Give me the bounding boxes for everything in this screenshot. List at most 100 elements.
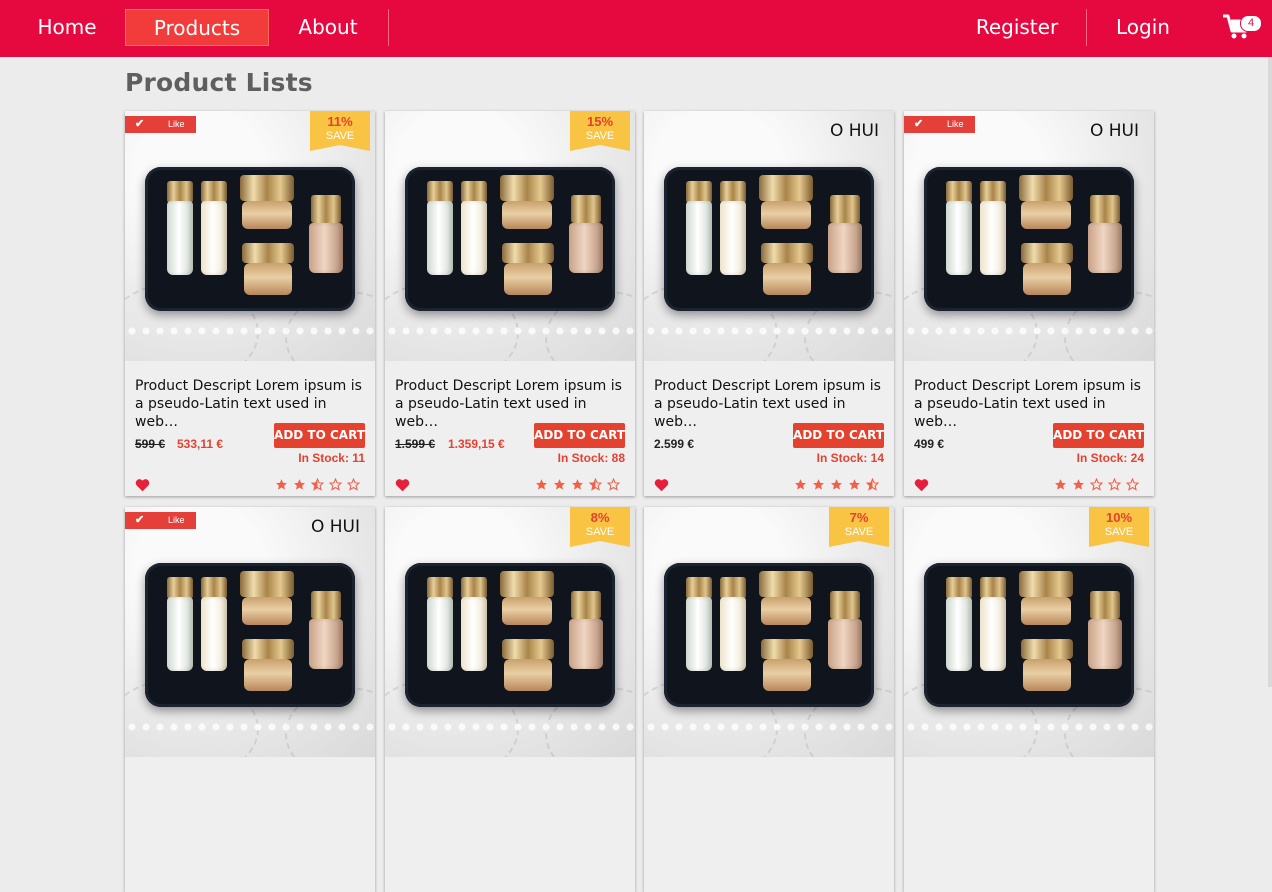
- bottle: [828, 223, 862, 273]
- star-rating[interactable]: [535, 478, 625, 492]
- bottle-cap: [201, 577, 227, 599]
- brand-name: O HUI: [829, 121, 879, 141]
- pearl-necklace: [125, 722, 375, 732]
- bottle: [980, 201, 1006, 275]
- jar-lid: [502, 243, 554, 263]
- bottle: [720, 597, 746, 671]
- page-title: Product Lists: [125, 68, 313, 97]
- checkmark-icon: ✔: [135, 118, 145, 130]
- product-image[interactable]: [125, 111, 375, 361]
- jar-lid: [1021, 639, 1073, 659]
- bottle-cap: [830, 591, 860, 619]
- jar-lid: [242, 243, 294, 263]
- star-empty-icon[interactable]: [607, 478, 620, 491]
- star-filled-icon[interactable]: [1054, 478, 1067, 491]
- bottle: [946, 597, 972, 671]
- add-to-cart-button[interactable]: ADD TO CART: [534, 423, 625, 448]
- product-image[interactable]: [904, 507, 1154, 757]
- star-filled-icon[interactable]: [1072, 478, 1085, 491]
- jar: [1023, 659, 1071, 691]
- product-tray: [664, 563, 874, 707]
- product-card[interactable]: 7% SAVE: [644, 507, 894, 892]
- nav-login-link[interactable]: Login: [1108, 9, 1178, 46]
- discounted-price: 1.359,15 €: [448, 437, 505, 451]
- pearl-necklace: [644, 722, 894, 732]
- bottle: [720, 201, 746, 275]
- product-card[interactable]: O HUI Product Descript Lorem ipsum is a p…: [644, 111, 894, 496]
- star-filled-icon[interactable]: [293, 478, 306, 491]
- price: 499 €: [914, 437, 945, 451]
- star-empty-icon[interactable]: [1126, 478, 1139, 491]
- star-filled-icon[interactable]: [830, 478, 843, 491]
- like-label: Like: [947, 119, 964, 129]
- jar-lid: [1019, 175, 1073, 201]
- jar-lid: [1021, 243, 1073, 263]
- product-card[interactable]: ✔ Like O HUI: [125, 507, 375, 892]
- star-rating[interactable]: [794, 478, 884, 492]
- like-tag[interactable]: ✔ Like: [904, 116, 975, 133]
- bottle-cap: [1090, 591, 1120, 619]
- stock-count: In Stock: 24: [1076, 451, 1144, 465]
- add-to-cart-button[interactable]: ADD TO CART: [274, 423, 365, 448]
- star-half-icon[interactable]: [589, 478, 602, 491]
- heart-icon[interactable]: [135, 478, 150, 492]
- stock-count: In Stock: 88: [557, 451, 625, 465]
- star-half-icon[interactable]: [311, 478, 324, 491]
- nav-products-link[interactable]: Products: [125, 9, 269, 46]
- star-empty-icon[interactable]: [329, 478, 342, 491]
- pearl-necklace: [125, 326, 375, 336]
- like-tag[interactable]: ✔ Like: [125, 512, 196, 529]
- add-to-cart-button[interactable]: ADD TO CART: [793, 423, 884, 448]
- discount-percent: 8%: [590, 510, 610, 525]
- star-filled-icon[interactable]: [794, 478, 807, 491]
- nav-divider: [388, 9, 389, 46]
- old-price: 1.599 €: [395, 437, 436, 451]
- nav-home-link[interactable]: Home: [30, 9, 104, 46]
- pearl-necklace: [904, 722, 1154, 732]
- star-empty-icon[interactable]: [1108, 478, 1121, 491]
- bottle: [828, 619, 862, 669]
- star-rating[interactable]: [1054, 478, 1144, 492]
- discount-save-label: SAVE: [325, 130, 355, 142]
- heart-icon[interactable]: [654, 478, 669, 492]
- bottle: [427, 201, 453, 275]
- star-filled-icon[interactable]: [812, 478, 825, 491]
- product-image[interactable]: [125, 507, 375, 757]
- star-rating[interactable]: [275, 478, 365, 492]
- add-to-cart-button[interactable]: ADD TO CART: [1053, 423, 1144, 448]
- star-filled-icon[interactable]: [848, 478, 861, 491]
- product-card[interactable]: 10% SAVE: [904, 507, 1154, 892]
- price: 2.599 €: [654, 437, 695, 451]
- product-image[interactable]: [644, 507, 894, 757]
- product-image[interactable]: [385, 507, 635, 757]
- product-card[interactable]: 8% SAVE: [385, 507, 635, 892]
- jar-lid: [240, 175, 294, 201]
- jar: [242, 597, 292, 625]
- jar: [763, 263, 811, 295]
- jar: [502, 201, 552, 229]
- product-card[interactable]: ✔ Like 11% SAVE Product Descript Lorem ipsum…: [125, 111, 375, 496]
- bottle-cap: [720, 181, 746, 203]
- star-empty-icon[interactable]: [1090, 478, 1103, 491]
- heart-icon[interactable]: [914, 478, 929, 492]
- product-tray: [405, 167, 615, 311]
- product-card[interactable]: 15% SAVE Product Descript Lorem ipsum is a…: [385, 111, 635, 496]
- star-empty-icon[interactable]: [347, 478, 360, 491]
- product-card[interactable]: ✔ Like O HUI Product Descript Lorem ipsum i…: [904, 111, 1154, 496]
- nav-about-link[interactable]: About: [288, 9, 368, 46]
- discount-ribbon: 8% SAVE: [570, 507, 630, 547]
- heart-icon[interactable]: [395, 478, 410, 492]
- like-tag[interactable]: ✔ Like: [125, 116, 196, 133]
- star-filled-icon[interactable]: [553, 478, 566, 491]
- nav-register-link[interactable]: Register: [970, 9, 1064, 46]
- product-image[interactable]: [644, 111, 894, 361]
- star-half-icon[interactable]: [866, 478, 879, 491]
- star-filled-icon[interactable]: [571, 478, 584, 491]
- star-filled-icon[interactable]: [275, 478, 288, 491]
- product-image[interactable]: [904, 111, 1154, 361]
- bottle: [1088, 619, 1122, 669]
- discounted-price: 533,11 €: [177, 437, 224, 451]
- star-filled-icon[interactable]: [535, 478, 548, 491]
- product-image[interactable]: [385, 111, 635, 361]
- scrollbar-track[interactable]: [1268, 57, 1272, 687]
